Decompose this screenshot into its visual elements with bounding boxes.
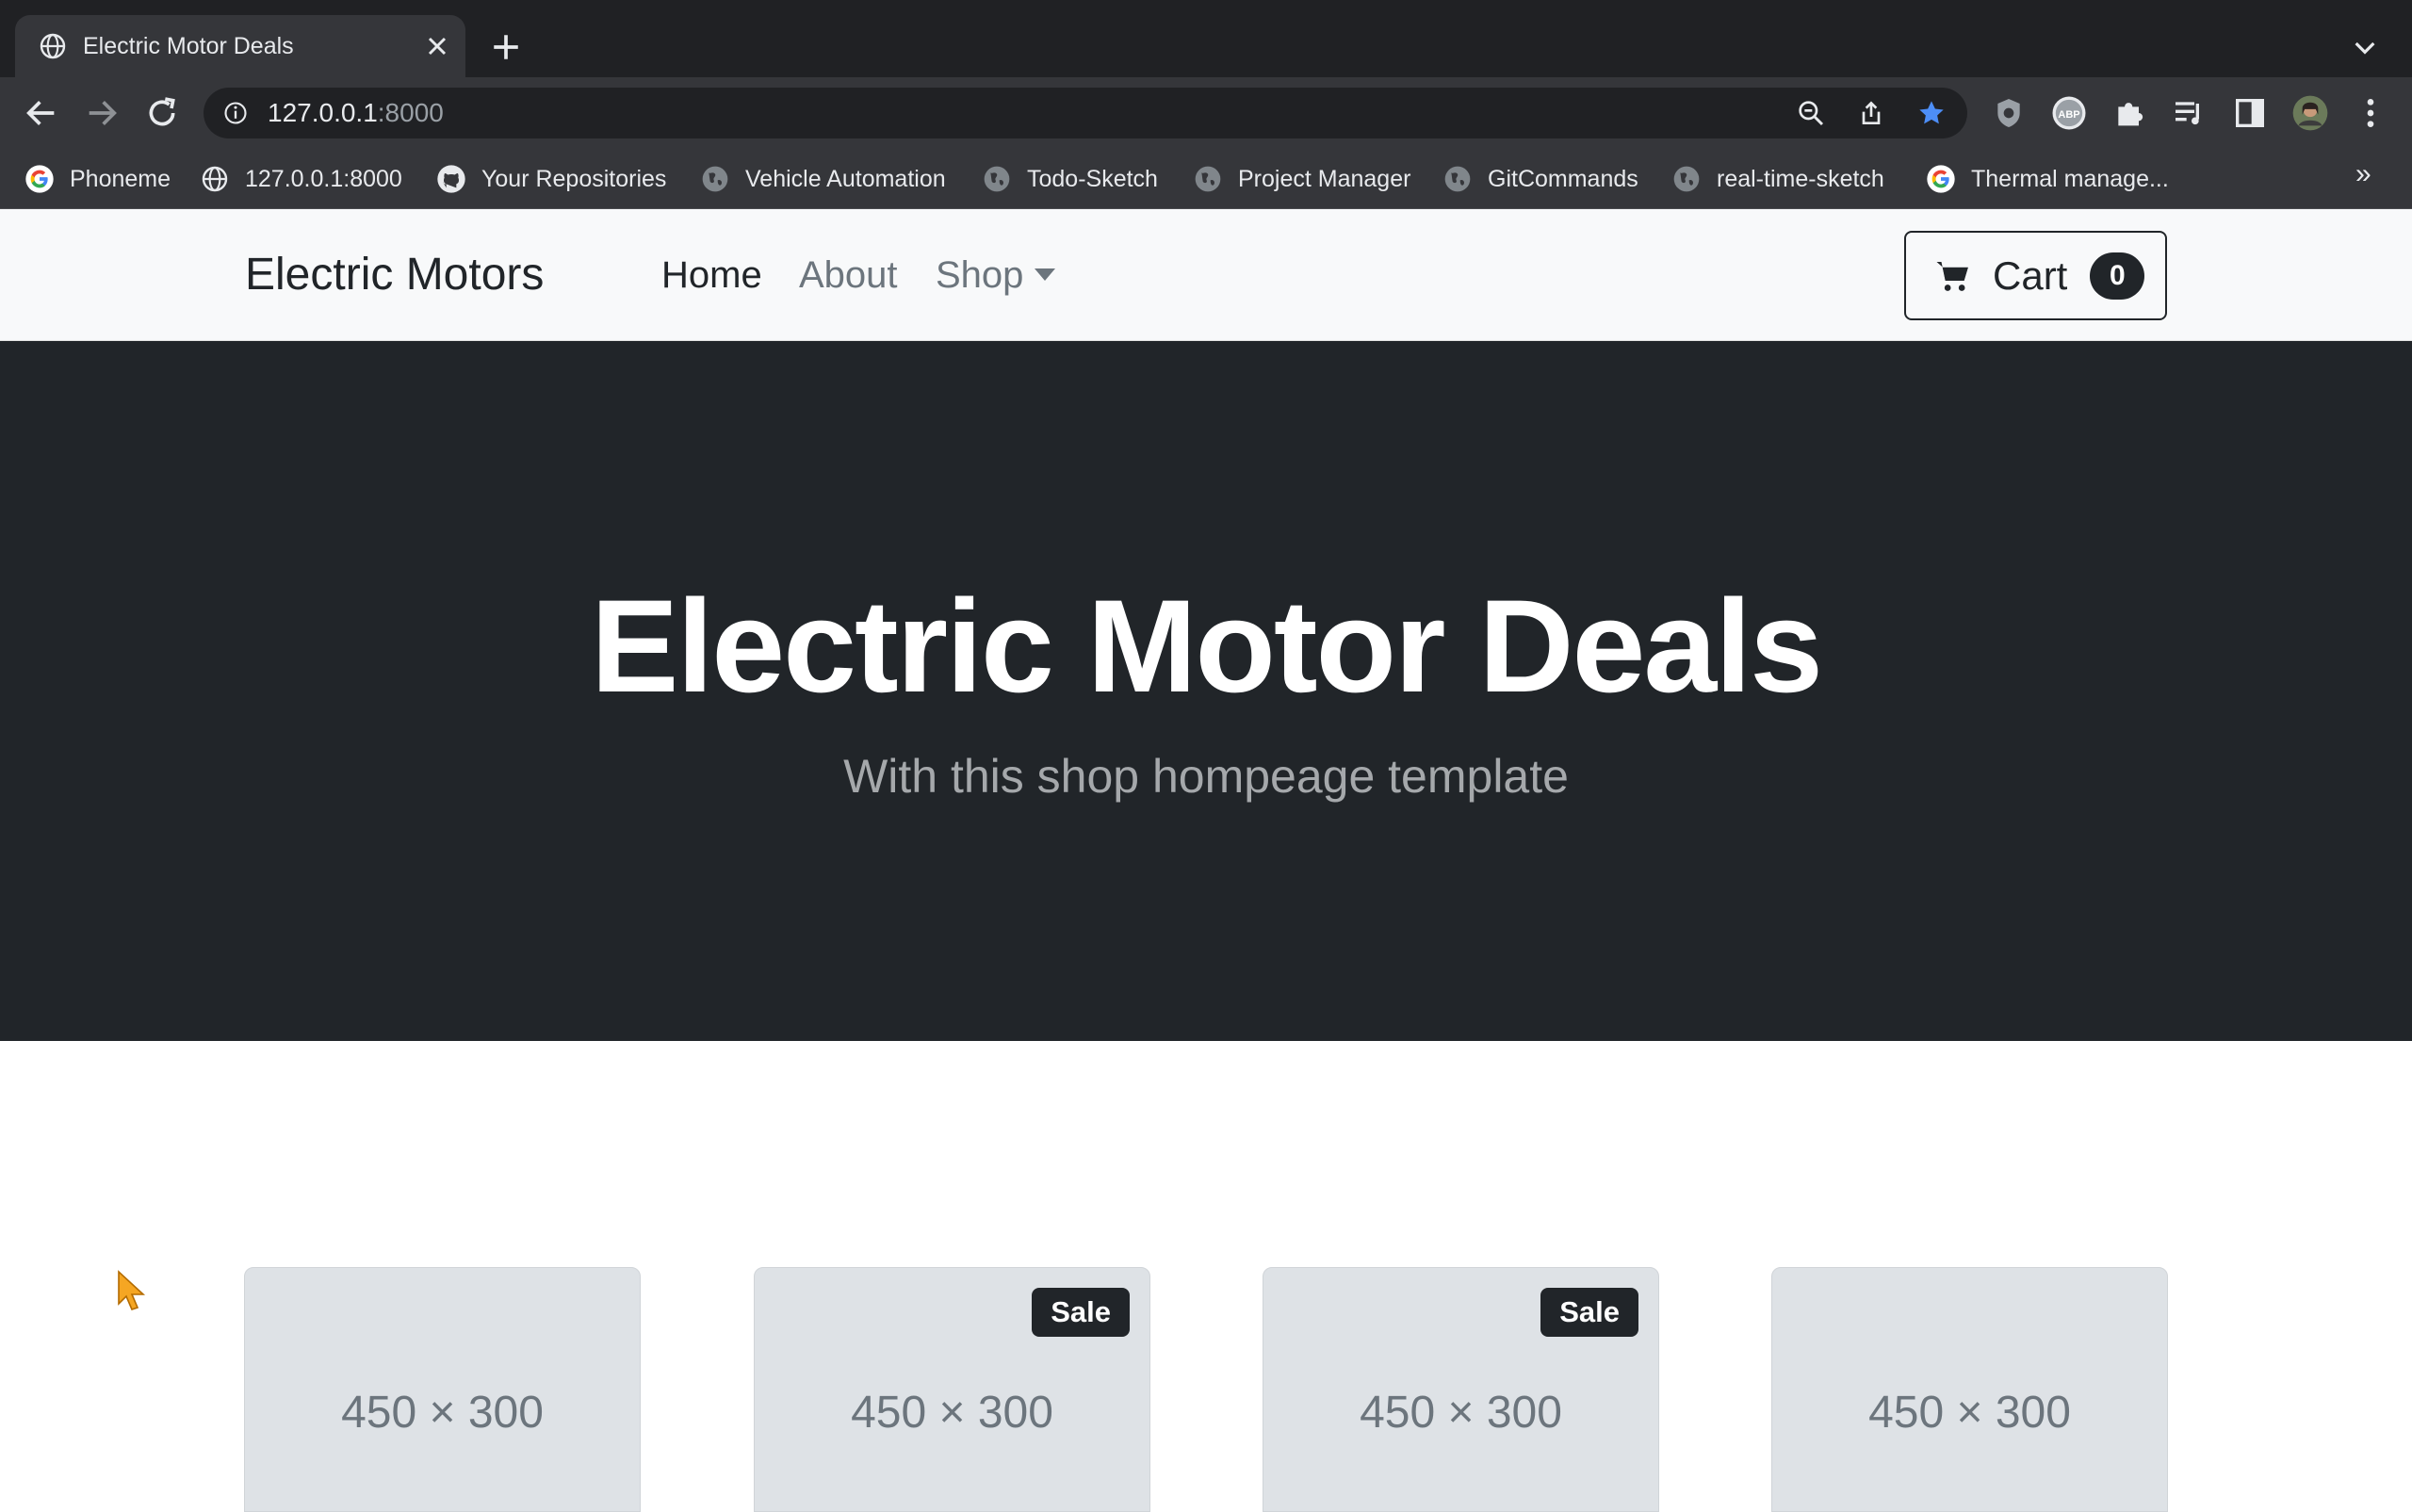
hero-banner: Electric Motor Deals With this shop homp… [0, 341, 2412, 1041]
star-bookmark-icon[interactable] [1916, 98, 1947, 128]
google-icon [25, 165, 54, 193]
cart-icon [1936, 261, 1968, 291]
side-panel-icon[interactable] [2231, 94, 2269, 132]
adblock-icon[interactable]: ABP [2050, 94, 2088, 132]
cart-button[interactable]: Cart 0 [1904, 231, 2167, 320]
shield-extension-icon[interactable] [1990, 94, 2028, 132]
nav-shop-label: Shop [936, 254, 1024, 296]
bookmarks-overflow-button[interactable]: » [2355, 158, 2371, 190]
bookmark-label: Vehicle Automation [745, 166, 946, 192]
bookmark-label: Todo-Sketch [1027, 166, 1158, 192]
tab-title: Electric Motor Deals [83, 33, 294, 59]
globe-icon [1195, 166, 1221, 192]
bookmark-item[interactable]: GitCommands [1442, 162, 1638, 196]
globe-icon [984, 166, 1010, 192]
product-card[interactable]: 450 × 300 [244, 1267, 641, 1512]
product-image-placeholder: 450 × 300 [851, 1388, 1053, 1438]
address-bar[interactable]: 127.0.0.1:8000 [204, 88, 1967, 138]
bookmark-item[interactable]: Thermal manage... [1926, 162, 2169, 196]
media-queue-icon[interactable] [2171, 94, 2208, 132]
github-icon [437, 165, 465, 193]
nav-shop-dropdown[interactable]: Shop [936, 251, 1056, 300]
url-host: 127.0.0.1 [268, 98, 378, 127]
bookmark-label: 127.0.0.1:8000 [245, 166, 402, 192]
bookmark-item[interactable]: Vehicle Automation [700, 162, 946, 196]
bookmark-label: Project Manager [1238, 166, 1411, 192]
share-icon[interactable] [1856, 98, 1886, 128]
back-arrow-icon[interactable] [23, 94, 60, 132]
bookmark-item[interactable]: Your Repositories [436, 162, 666, 196]
nav-about-link[interactable]: About [799, 251, 898, 300]
globe-icon [1673, 166, 1700, 192]
product-card[interactable]: Sale 450 × 300 [1263, 1267, 1659, 1512]
bookmark-label: real-time-sketch [1717, 166, 1884, 192]
browser-tab-active[interactable]: Electric Motor Deals [15, 15, 465, 77]
sale-badge: Sale [1540, 1288, 1638, 1337]
close-icon[interactable] [422, 31, 452, 61]
profile-avatar-icon[interactable] [2291, 94, 2329, 132]
product-image-placeholder: 450 × 300 [1360, 1388, 1562, 1438]
bookmark-item[interactable]: 127.0.0.1:8000 [200, 162, 402, 196]
hero-title: Electric Motor Deals [591, 572, 1823, 720]
hero-subtitle: With this shop hompeage template [843, 750, 1569, 803]
bookmark-item[interactable]: real-time-sketch [1671, 162, 1884, 196]
nav-home-link[interactable]: Home [661, 251, 762, 300]
bookmark-item[interactable]: Todo-Sketch [982, 162, 1158, 196]
site-navbar: Electric Motors Home About Shop Cart 0 [0, 209, 2412, 341]
globe-icon [40, 33, 66, 59]
browser-toolbar: 127.0.0.1:8000 ABP [0, 77, 2412, 149]
new-tab-plus-icon[interactable] [490, 31, 522, 63]
google-icon [1927, 165, 1955, 193]
product-image-placeholder: 450 × 300 [341, 1388, 544, 1438]
mouse-pointer-icon [118, 1270, 146, 1310]
info-icon[interactable] [222, 100, 249, 126]
bookmark-label: Your Repositories [481, 166, 667, 192]
cart-label: Cart [1993, 252, 2068, 298]
sale-badge: Sale [1032, 1288, 1130, 1337]
puzzle-extensions-icon[interactable] [2110, 94, 2148, 132]
url-port: :8000 [377, 98, 444, 127]
bookmark-label: Phoneme [70, 166, 171, 192]
forward-arrow-icon[interactable] [83, 94, 121, 132]
kebab-menu-icon[interactable] [2352, 94, 2389, 132]
browser-tab-strip: Electric Motor Deals [0, 0, 2412, 77]
chevron-down-icon[interactable] [2350, 32, 2380, 62]
caret-down-icon [1035, 268, 1056, 281]
reload-icon[interactable] [143, 94, 181, 132]
bookmark-item[interactable]: Phoneme [24, 162, 171, 196]
bookmark-label: Thermal manage... [1971, 166, 2169, 192]
globe-icon [202, 166, 228, 192]
url-text: 127.0.0.1:8000 [268, 99, 444, 127]
product-card[interactable]: 450 × 300 [1771, 1267, 2168, 1512]
product-card[interactable]: Sale 450 × 300 [754, 1267, 1150, 1512]
globe-icon [702, 166, 728, 192]
bookmark-label: GitCommands [1488, 166, 1638, 192]
product-image-placeholder: 450 × 300 [1868, 1388, 2071, 1438]
svg-text:ABP: ABP [2058, 109, 2079, 121]
zoom-icon[interactable] [1796, 98, 1826, 128]
cart-count-badge: 0 [2090, 252, 2145, 300]
bookmarks-bar: Phoneme 127.0.0.1:8000 Your Repositories… [0, 149, 2412, 209]
globe-icon [1444, 166, 1471, 192]
bookmark-item[interactable]: Project Manager [1193, 162, 1410, 196]
brand-link[interactable]: Electric Motors [245, 249, 544, 301]
